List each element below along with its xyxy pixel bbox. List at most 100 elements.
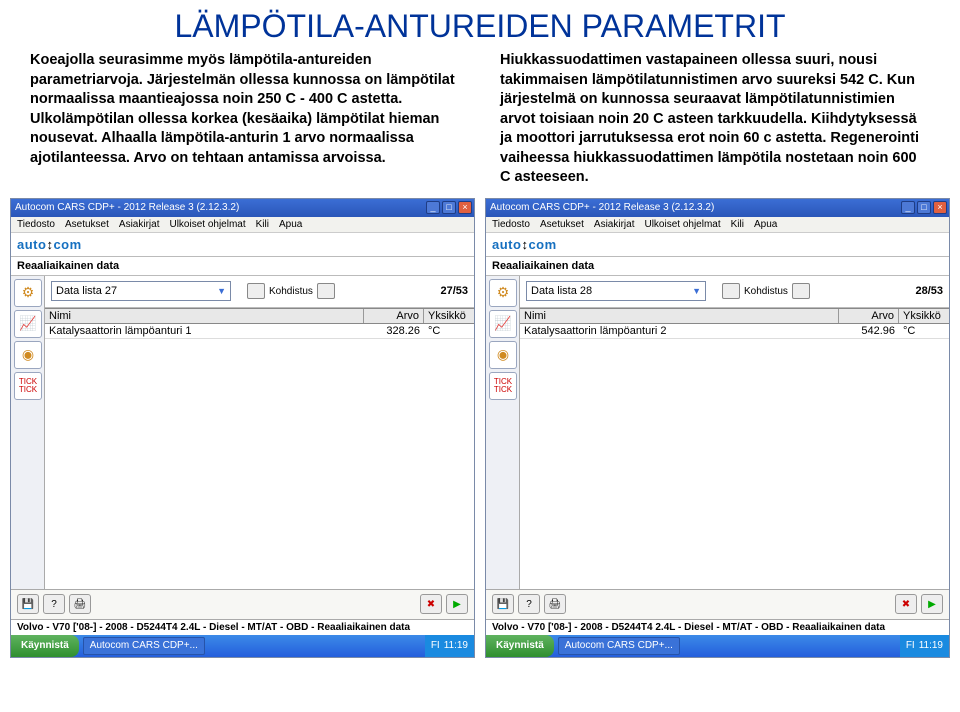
page-counter: 27/53 [440,285,468,297]
taskbar-item[interactable]: Autocom CARS CDP+... [83,637,205,655]
tray-lang: FI [431,640,440,651]
prev-button[interactable] [722,283,740,299]
screenshot-right: Autocom CARS CDP+ - 2012 Release 3 (2.12… [485,198,950,658]
col-name[interactable]: Nimi [45,309,364,323]
help-icon[interactable]: ? [518,594,540,614]
menu-item[interactable]: Kili [256,219,269,230]
table-header: Nimi Arvo Yksikkö [520,308,949,324]
right-paragraph: Hiukkassuodattimen vastapaineen ollessa … [500,51,930,188]
taskbar-item[interactable]: Autocom CARS CDP+... [558,637,680,655]
logo-part-b: com [53,237,81,252]
next-button[interactable] [792,283,810,299]
action-label: Kohdistus [269,286,313,297]
data-list-select[interactable]: Data lista 28 ▼ [526,281,706,301]
side-toolbar: ⚙ 📈 ◉ TICKTICK [11,276,45,589]
taskbar: Käynnistä Autocom CARS CDP+... FI 11:19 [11,635,474,657]
col-unit[interactable]: Yksikkö [899,309,949,323]
tray-lang: FI [906,640,915,651]
menu-item[interactable]: Ulkoiset ohjelmat [644,219,720,230]
tray-clock: 11:19 [444,640,468,651]
table-row[interactable]: Katalysaattorin lämpöanturi 2 542.96 °C [520,324,949,339]
menu-item[interactable]: Tiedosto [492,219,530,230]
graph-icon[interactable]: 📈 [489,310,517,338]
table-header: Nimi Arvo Yksikkö [45,308,474,324]
window-titlebar[interactable]: Autocom CARS CDP+ - 2012 Release 3 (2.12… [11,199,474,217]
menu-item[interactable]: Asetukset [65,219,109,230]
screenshot-row: Autocom CARS CDP+ - 2012 Release 3 (2.12… [0,198,960,658]
print-icon[interactable]: 🖨 [69,594,91,614]
window-title: Autocom CARS CDP+ - 2012 Release 3 (2.12… [15,202,239,213]
cell-value: 328.26 [364,324,424,338]
minimize-button[interactable]: _ [901,201,915,214]
table-row[interactable]: Katalysaattorin lämpöanturi 1 328.26 °C [45,324,474,339]
save-icon[interactable]: 💾 [17,594,39,614]
menu-item[interactable]: Asiakirjat [119,219,160,230]
cell-unit: °C [899,324,949,338]
window-title: Autocom CARS CDP+ - 2012 Release 3 (2.12… [490,202,714,213]
stop-icon[interactable]: ✖ [895,594,917,614]
play-icon[interactable]: ▶ [446,594,468,614]
chevron-down-icon: ▼ [692,286,701,296]
menu-bar: Tiedosto Asetukset Asiakirjat Ulkoiset o… [11,217,474,233]
cell-name: Katalysaattorin lämpöanturi 1 [45,324,364,338]
tick-icon[interactable]: TICKTICK [489,372,517,400]
left-paragraph: Koeajolla seurasimme myös lämpötila-antu… [30,51,460,188]
start-button[interactable]: Käynnistä [11,635,79,657]
menu-item[interactable]: Apua [279,219,302,230]
menu-item[interactable]: Asiakirjat [594,219,635,230]
status-bar: Volvo - V70 ['08-] - 2008 - D5244T4 2.4L… [11,619,474,635]
menu-item[interactable]: Asetukset [540,219,584,230]
stop-icon[interactable]: ✖ [420,594,442,614]
col-name[interactable]: Nimi [520,309,839,323]
print-icon[interactable]: 🖨 [544,594,566,614]
data-area [520,339,949,589]
close-button[interactable]: × [933,201,947,214]
logo-part-b: com [528,237,556,252]
tray-clock: 11:19 [919,640,943,651]
menu-bar: Tiedosto Asetukset Asiakirjat Ulkoiset o… [486,217,949,233]
record-icon[interactable]: ◉ [14,341,42,369]
system-tray[interactable]: FI 11:19 [900,635,949,657]
help-icon[interactable]: ? [43,594,65,614]
prev-button[interactable] [247,283,265,299]
window-titlebar[interactable]: Autocom CARS CDP+ - 2012 Release 3 (2.12… [486,199,949,217]
col-value[interactable]: Arvo [839,309,899,323]
list-toolbar: Data lista 27 ▼ Kohdistus 27/53 [45,276,474,308]
menu-item[interactable]: Kili [731,219,744,230]
data-list-select[interactable]: Data lista 27 ▼ [51,281,231,301]
menu-item[interactable]: Ulkoiset ohjelmat [169,219,245,230]
close-button[interactable]: × [458,201,472,214]
menu-item[interactable]: Apua [754,219,777,230]
next-button[interactable] [317,283,335,299]
col-unit[interactable]: Yksikkö [424,309,474,323]
brand-row: auto↕com [486,233,949,257]
minimize-button[interactable]: _ [426,201,440,214]
graph-icon[interactable]: 📈 [14,310,42,338]
system-tray[interactable]: FI 11:19 [425,635,474,657]
save-icon[interactable]: 💾 [492,594,514,614]
section-title: Reaaliaikainen data [11,257,474,276]
maximize-button[interactable]: □ [917,201,931,214]
select-value: Data lista 28 [531,285,592,297]
cell-value: 542.96 [839,324,899,338]
col-value[interactable]: Arvo [364,309,424,323]
page-counter: 28/53 [915,285,943,297]
list-toolbar: Data lista 28 ▼ Kohdistus 28/53 [520,276,949,308]
chevron-down-icon: ▼ [217,286,226,296]
screenshot-left: Autocom CARS CDP+ - 2012 Release 3 (2.12… [10,198,475,658]
menu-item[interactable]: Tiedosto [17,219,55,230]
start-button[interactable]: Käynnistä [486,635,554,657]
select-value: Data lista 27 [56,285,117,297]
bottom-toolbar: 💾 ? 🖨 ✖ ▶ [11,589,474,619]
play-icon[interactable]: ▶ [921,594,943,614]
maximize-button[interactable]: □ [442,201,456,214]
data-area [45,339,474,589]
bottom-toolbar: 💾 ? 🖨 ✖ ▶ [486,589,949,619]
tick-icon[interactable]: TICKTICK [14,372,42,400]
status-bar: Volvo - V70 ['08-] - 2008 - D5244T4 2.4L… [486,619,949,635]
cell-name: Katalysaattorin lämpöanturi 2 [520,324,839,338]
section-title: Reaaliaikainen data [486,257,949,276]
record-icon[interactable]: ◉ [489,341,517,369]
engine-icon[interactable]: ⚙ [489,279,517,307]
engine-icon[interactable]: ⚙ [14,279,42,307]
